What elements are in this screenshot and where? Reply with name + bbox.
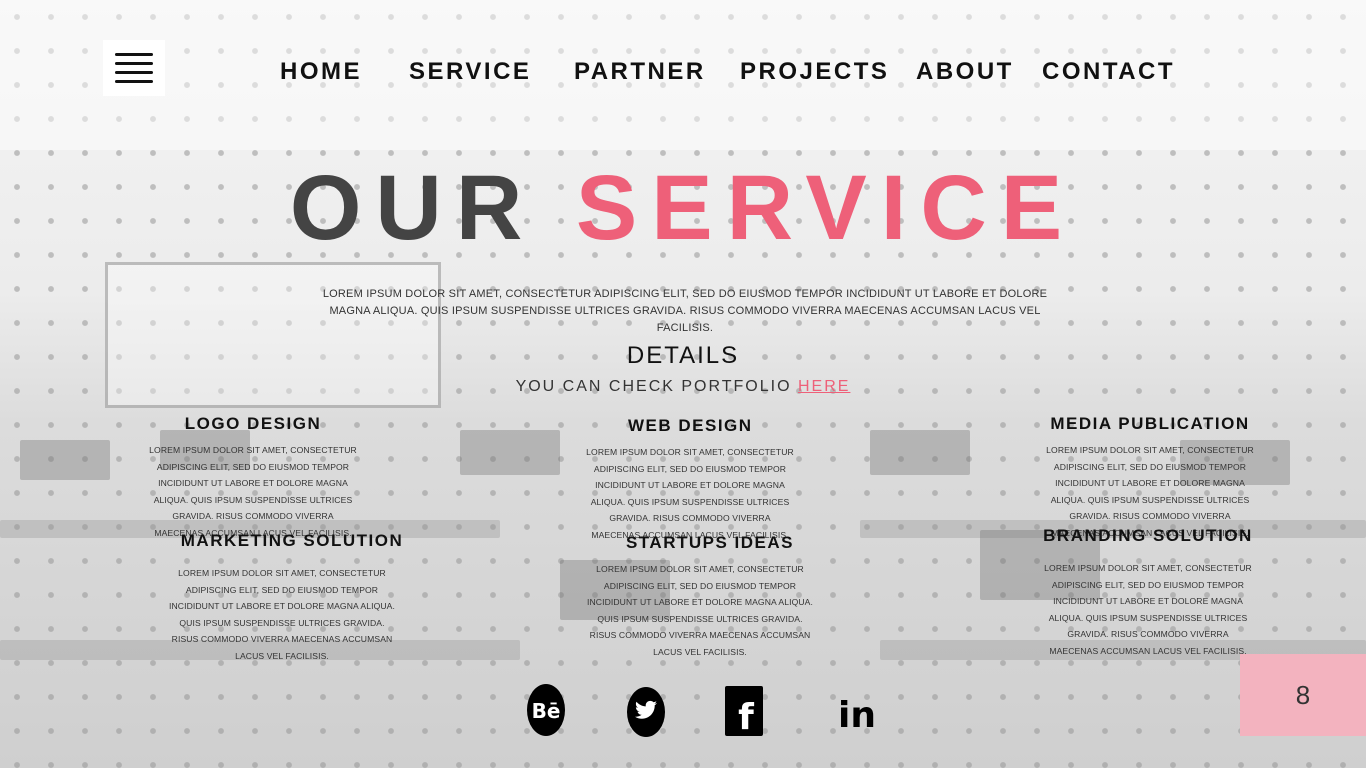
details-subtitle-text: YOU CAN CHECK PORTFOLIO [515, 378, 792, 395]
nav-item-partner[interactable]: PARTNER [574, 58, 706, 86]
page-title-part2: SERVICE [575, 157, 1077, 259]
facebook-icon[interactable]: f [723, 682, 765, 738]
behance-icon[interactable]: Bē [525, 682, 567, 738]
service-description: LOREM IPSUM DOLOR SIT AMET, CONSECTETUR … [169, 568, 395, 661]
monitor-shape [460, 430, 560, 475]
intro-paragraph: LOREM IPSUM DOLOR SIT AMET, CONSECTETUR … [322, 288, 1048, 334]
nav-item-service[interactable]: SERVICE [409, 58, 531, 86]
details-subtitle: YOU CAN CHECK PORTFOLIO HERE [0, 378, 1366, 396]
monitor-shape [870, 430, 970, 475]
service-card-marketing-solution: MARKETING SOLUTION LOREM IPSUM DOLOR SIT… [169, 531, 412, 664]
menu-bar-line [115, 71, 153, 74]
linkedin-icon[interactable]: in [836, 682, 878, 738]
service-card-startups-ideas: STARTUPS IDEAS LOREM IPSUM DOLOR SIT AME… [587, 533, 830, 660]
service-title: LOGO DESIGN [184, 414, 322, 433]
service-card-logo-design: LOGO DESIGN LOREM IPSUM DOLOR SIT AMET, … [133, 414, 373, 541]
service-description: LOREM IPSUM DOLOR SIT AMET, CONSECTETUR … [149, 445, 357, 538]
nav-item-contact[interactable]: CONTACT [1042, 58, 1175, 86]
monitor-shape [20, 440, 110, 480]
service-description: LOREM IPSUM DOLOR SIT AMET, CONSECTETUR … [1044, 563, 1252, 656]
hamburger-menu-icon[interactable] [103, 40, 165, 96]
menu-bar-line [115, 62, 153, 65]
nav-item-home[interactable]: HOME [280, 58, 362, 86]
service-title: WEB DESIGN [628, 416, 753, 435]
nav-item-projects[interactable]: PROJECTS [740, 58, 889, 86]
service-title: MEDIA PUBLICATION [1050, 414, 1250, 433]
service-title: STARTUPS IDEAS [625, 533, 795, 552]
service-card-media-publication: MEDIA PUBLICATION LOREM IPSUM DOLOR SIT … [1030, 414, 1270, 541]
service-title: MARKETING SOLUTION [180, 531, 404, 550]
service-description: LOREM IPSUM DOLOR SIT AMET, CONSECTETUR … [587, 564, 813, 657]
menu-bar-line [115, 80, 153, 83]
service-card-web-design: WEB DESIGN LOREM IPSUM DOLOR SIT AMET, C… [570, 416, 810, 543]
nav-item-about[interactable]: ABOUT [916, 58, 1014, 86]
twitter-icon[interactable] [625, 682, 667, 738]
page-number-badge: 8 [1240, 654, 1366, 736]
portfolio-link[interactable]: HERE [798, 378, 850, 395]
svg-text:f: f [738, 697, 754, 737]
service-card-branding-solution: BRANDING SOLUTION LOREM IPSUM DOLOR SIT … [1028, 526, 1268, 659]
page-title-part1: OUR [289, 157, 537, 259]
details-heading: DETAILS [626, 342, 740, 369]
service-title: BRANDING SOLUTION [1043, 526, 1253, 545]
menu-bar-line [115, 53, 153, 56]
svg-text:Bē: Bē [532, 699, 561, 723]
service-description: LOREM IPSUM DOLOR SIT AMET, CONSECTETUR … [586, 447, 794, 540]
svg-text:in: in [838, 695, 876, 736]
page-title: OUR SERVICE [0, 158, 1366, 258]
